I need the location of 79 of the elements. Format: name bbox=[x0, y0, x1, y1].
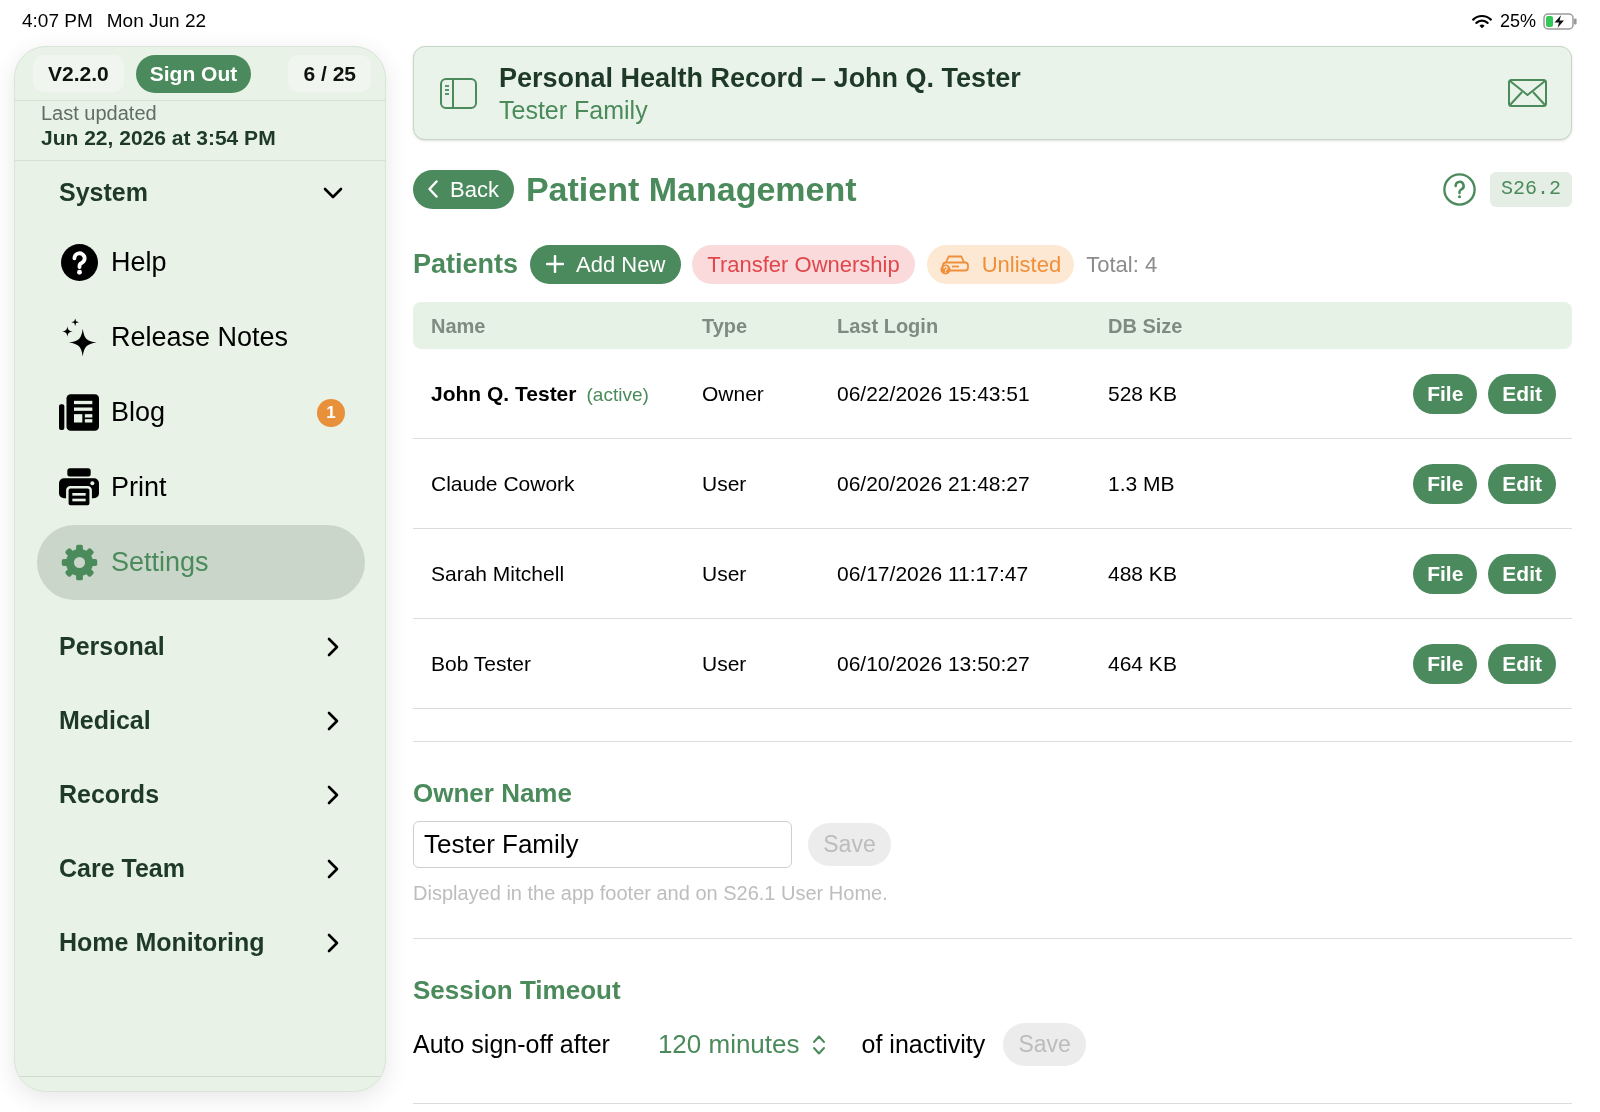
up-down-chevron-icon bbox=[811, 1033, 826, 1056]
status-note: (active) bbox=[586, 382, 649, 407]
table-cell-text: 06/20/2026 21:48:27 bbox=[837, 470, 1031, 497]
edit-button[interactable]: Edit bbox=[1488, 373, 1556, 414]
help-icon bbox=[60, 244, 98, 281]
wifi-icon bbox=[1471, 13, 1492, 29]
sidebar-item[interactable]: Release Notes bbox=[37, 300, 365, 375]
help-text: Displayed in the app footer and on S26.1 User Home. bbox=[413, 881, 889, 905]
section-heading: Session Timeout bbox=[413, 974, 622, 1006]
file-button[interactable]: File bbox=[1413, 553, 1478, 594]
sidebar-toggle-icon[interactable] bbox=[440, 77, 477, 109]
table-cell-text: 528 KB bbox=[1108, 380, 1178, 407]
edit-button[interactable]: Edit bbox=[1488, 463, 1556, 504]
file-button[interactable]: File bbox=[1413, 643, 1478, 684]
table-cell-text: Claude Cowork bbox=[431, 470, 575, 497]
table-cell-text: 06/17/2026 11:17:47 bbox=[837, 560, 1030, 587]
table-cell-text: User bbox=[702, 470, 748, 497]
file-button[interactable]: File bbox=[1413, 463, 1478, 504]
total-count: Total: 4 bbox=[1086, 250, 1158, 279]
table-cell-text: 464 KB bbox=[1108, 650, 1178, 677]
newspaper-icon bbox=[59, 394, 99, 431]
version-label: V2.2.0 bbox=[33, 55, 124, 92]
timeout-label: Auto sign-off after bbox=[413, 1028, 610, 1060]
column-header: Last Login bbox=[837, 313, 940, 339]
battery-charging-icon bbox=[1543, 12, 1577, 30]
notification-badge: 1 bbox=[317, 398, 345, 427]
timeout-label: of inactivity bbox=[861, 1028, 986, 1060]
section-heading: Patients bbox=[413, 247, 519, 281]
owner-name-field[interactable]: Tester Family bbox=[413, 821, 792, 868]
table-cell-text: User bbox=[702, 650, 748, 677]
page-title: Patient Management bbox=[525, 168, 857, 210]
sidebar-item[interactable]: Settings bbox=[37, 525, 365, 600]
chevron-left-icon bbox=[428, 180, 438, 198]
help-icon[interactable] bbox=[1443, 172, 1476, 206]
table-cell-text: 1.3 MB bbox=[1108, 470, 1176, 497]
screen-code: S26.2 bbox=[1490, 171, 1572, 207]
table-cell-text: Bob Tester bbox=[431, 650, 531, 677]
sidebar-section[interactable]: Personal bbox=[15, 610, 385, 684]
table-cell-text: Sarah Mitchell bbox=[431, 560, 565, 587]
printer-icon bbox=[59, 467, 99, 508]
table-cell-text: User bbox=[702, 560, 748, 587]
page-counter: 6 / 25 bbox=[288, 55, 371, 92]
transfer-ownership-button[interactable]: Transfer Ownership bbox=[692, 244, 915, 284]
sidebar-section[interactable]: Medical bbox=[15, 684, 385, 758]
table-cell-text: 06/10/2026 13:50:27 bbox=[837, 650, 1031, 677]
table-cell-text: Owner bbox=[702, 380, 765, 407]
battery-percent: 25% bbox=[1499, 9, 1536, 33]
edit-button[interactable]: Edit bbox=[1488, 643, 1556, 684]
car-icon bbox=[939, 253, 970, 275]
sidebar-item[interactable]: Print bbox=[37, 450, 365, 525]
envelope-icon[interactable] bbox=[1508, 79, 1547, 107]
add-new-button[interactable]: Add New bbox=[530, 244, 682, 284]
last-updated-value: Jun 22, 2026 at 3:54 PM bbox=[41, 125, 277, 151]
status-time: 4:07 PM bbox=[22, 8, 93, 33]
sparkles-icon bbox=[61, 318, 97, 357]
section-heading: Owner Name bbox=[413, 777, 573, 809]
column-header: Type bbox=[702, 313, 749, 339]
sidebar-section[interactable]: System bbox=[15, 161, 385, 225]
app-title: Personal Health Record – John Q. Tester bbox=[499, 61, 1021, 95]
last-updated-label: Last updated bbox=[41, 101, 158, 125]
sidebar-section[interactable]: Records bbox=[15, 758, 385, 832]
table-cell-text: John Q. Tester bbox=[431, 380, 577, 407]
back-button[interactable]: Back bbox=[413, 169, 514, 209]
sidebar-item[interactable]: Help bbox=[37, 225, 365, 300]
gear-icon bbox=[60, 544, 98, 581]
table-cell-text: 488 KB bbox=[1108, 560, 1178, 587]
sidebar-item[interactable]: Blog 1 bbox=[37, 375, 365, 450]
file-button[interactable]: File bbox=[1413, 373, 1478, 414]
sidebar-section[interactable]: Care Team bbox=[15, 832, 385, 906]
table-cell-text: 06/22/2026 15:43:51 bbox=[837, 380, 1031, 407]
column-header: DB Size bbox=[1108, 313, 1184, 339]
edit-button[interactable]: Edit bbox=[1488, 553, 1556, 594]
status-date: Mon Jun 22 bbox=[106, 8, 207, 33]
plus-icon bbox=[546, 255, 565, 273]
app-subtitle: Tester Family bbox=[499, 94, 649, 125]
timeout-picker[interactable]: 120 minutes bbox=[657, 1025, 826, 1064]
column-header: Name bbox=[431, 313, 487, 339]
sidebar-section[interactable]: Home Monitoring bbox=[15, 906, 385, 980]
sign-out-button[interactable]: Sign Out bbox=[135, 54, 252, 93]
